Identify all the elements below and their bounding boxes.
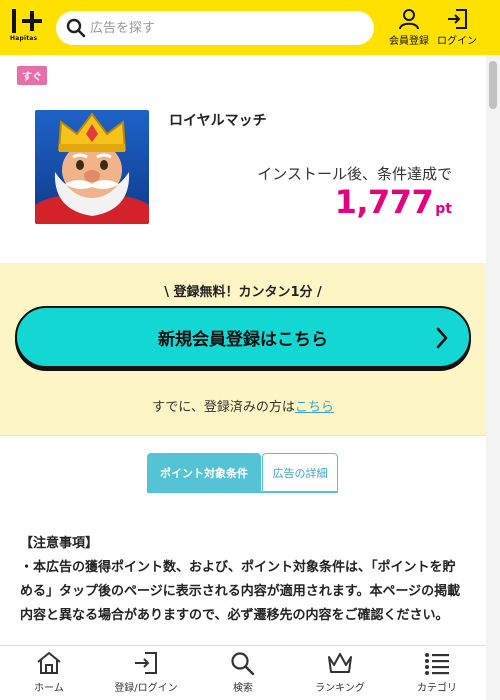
already-registered-text: すでに、登録済みの方はこちら [0,396,486,415]
login-icon [448,9,467,29]
app-title: ロイヤルマッチ [169,113,267,129]
scrollbar-thumb[interactable] [489,61,497,109]
nav-ranking-label: ランキング [315,683,365,694]
search-bar[interactable] [56,11,374,45]
logo-text: Hapitas [10,35,38,42]
nav-category-label: カテゴリ [417,683,457,694]
signup-button[interactable]: 新規会員登録はこちら [15,306,471,368]
nav-ranking[interactable]: ランキング [305,651,375,694]
tab-point-conditions[interactable]: ポイント対象条件 [147,453,261,492]
notice-heading: 【注意事項】 [20,536,99,551]
bottom-navigation: ホーム 登録/ログイン 検索 ランキング カテゴリ [0,645,486,700]
hapitas-logo[interactable]: Hapitas [10,8,44,44]
list-icon [425,653,449,675]
notice-section: 【注意事項】 ・本広告の獲得ポイント数、および、ポイント対象条件は、「ポイントを… [20,532,466,628]
chevron-right-icon [436,327,448,349]
login-button[interactable]: ログイン [434,8,480,48]
crown-icon [328,653,352,673]
instant-badge: すぐ [17,66,47,85]
nav-home[interactable]: ホーム [14,651,84,694]
nav-home-label: ホーム [34,683,64,694]
tab-ad-details[interactable]: 広告の詳細 [262,453,338,492]
king-character-icon [35,110,149,224]
page-scrollbar[interactable] [486,55,500,700]
signup-button-label: 新規会員登録はこちら [158,329,328,350]
register-button[interactable]: 会員登録 [386,8,432,48]
nav-search[interactable]: 検索 [208,651,278,694]
already-registered-label: すでに、登録済みの方は [152,400,295,415]
tab-underline [147,491,338,493]
main-content: すぐ ロイヤルマッチ インストール後、条件達成で 1,777 pt \ 登録無料… [0,55,486,645]
login-icon [135,652,157,674]
home-icon [37,652,61,674]
nav-login-label: 登録/ログイン [114,683,178,694]
logo-mark [12,9,42,33]
login-label: ログイン [437,36,477,47]
points-condition: インストール後、条件達成で [257,165,452,183]
search-icon [66,18,86,38]
register-panel: \ 登録無料！カンタン1分 / 新規会員登録はこちら すでに、登録済みの方はこち… [0,263,486,435]
search-input[interactable] [90,20,350,36]
already-registered-link[interactable]: こちら [295,400,334,415]
nav-category[interactable]: カテゴリ [402,651,472,694]
register-label: 会員登録 [389,36,429,47]
register-caption: \ 登録無料！カンタン1分 / [164,285,322,300]
points-unit: pt [435,201,452,217]
app-header: Hapitas 会員登録 ログイン [0,0,500,55]
app-icon-royal-match[interactable] [35,110,149,224]
points-number: 1,777 [334,183,434,221]
search-icon [231,652,255,675]
notice-body: ・本広告の獲得ポイント数、および、ポイント対象条件は、「ポイントを貯める」タップ… [20,560,461,623]
points-value: 1,777 pt [335,183,452,221]
section-divider [0,435,486,436]
user-icon [399,9,419,30]
nav-search-label: 検索 [233,683,253,694]
nav-login[interactable]: 登録/ログイン [111,651,181,694]
